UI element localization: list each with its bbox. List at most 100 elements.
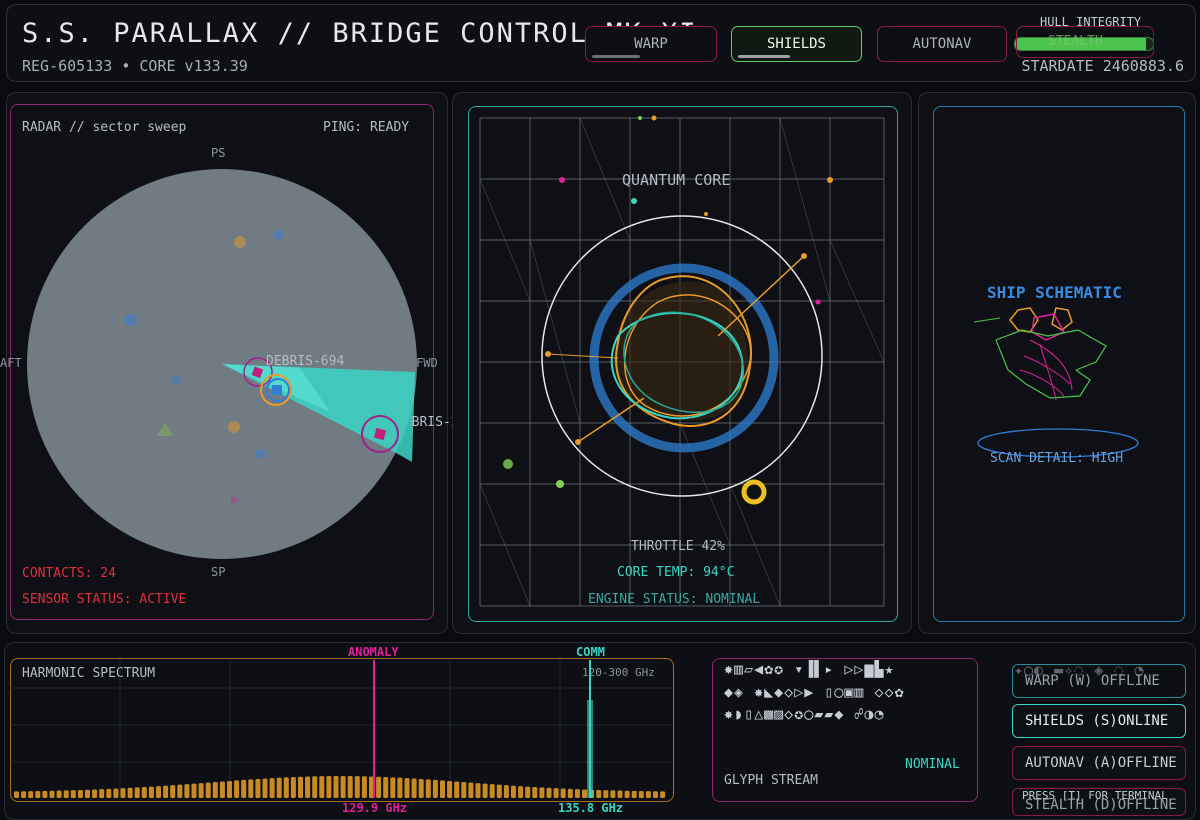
shields-toggle-button[interactable]: SHIELDS (S)ONLINE bbox=[1012, 704, 1186, 738]
spectrum-bar bbox=[49, 790, 55, 798]
spectrum-bar bbox=[425, 779, 431, 798]
spectrum-bar bbox=[333, 776, 339, 798]
radar-blip bbox=[273, 230, 283, 240]
spectrum-bar bbox=[390, 777, 396, 798]
core-beacon[interactable] bbox=[741, 479, 767, 505]
bearing-fwd: FWD bbox=[416, 356, 438, 370]
registry-subtitle: REG-605133 • CORE v133.39 bbox=[22, 57, 248, 75]
spectrum-bar bbox=[354, 776, 360, 798]
wireframe-part bbox=[1051, 307, 1073, 331]
spectrum-bar bbox=[198, 783, 204, 798]
spectrum-bar bbox=[432, 779, 438, 798]
spectrum-bar bbox=[42, 790, 48, 798]
spectrum-bars bbox=[14, 776, 666, 798]
shields-toggle-label: SHIELDS (S)ONLINE bbox=[1025, 713, 1169, 729]
spectrum-bar bbox=[482, 783, 488, 798]
spectrum-bar bbox=[156, 786, 161, 798]
spectrum-bar bbox=[113, 788, 119, 798]
spectrum-bar bbox=[361, 776, 367, 798]
terminal-hint: PRESS [T] FOR TERMINAL bbox=[1022, 789, 1168, 802]
spectrum-bar bbox=[546, 787, 552, 798]
spectrum-bar bbox=[596, 789, 602, 798]
warp-toggle-button[interactable]: WARP (W) OFFLINE bbox=[1012, 664, 1186, 698]
core-node bbox=[631, 198, 637, 204]
spectrum-bar bbox=[461, 782, 467, 798]
core-node bbox=[559, 177, 565, 183]
glyph-stream-title: GLYPH STREAM bbox=[724, 773, 818, 788]
bearing-sp: SP bbox=[211, 565, 226, 579]
spectrum-bar bbox=[298, 776, 303, 798]
autonav-mode-button[interactable]: AUTONAV bbox=[877, 26, 1007, 62]
core-node bbox=[651, 115, 657, 121]
spectrum-bar bbox=[184, 784, 190, 798]
radar-blip bbox=[234, 236, 246, 248]
bearing-aft: AFT bbox=[0, 356, 22, 370]
spectrum-bar bbox=[468, 782, 474, 798]
spectrum-bar bbox=[411, 778, 417, 798]
spectrum-bar bbox=[539, 787, 545, 798]
core-node bbox=[638, 116, 642, 120]
autonav-mode-label: AUTONAV bbox=[912, 36, 972, 52]
glyph-stream-status: NOMINAL bbox=[905, 757, 960, 772]
throttle-readout: THROTTLE 42% bbox=[631, 539, 725, 554]
spectrum-bar bbox=[397, 777, 403, 798]
spectrum-bar bbox=[447, 780, 453, 798]
core-title: QUANTUM CORE bbox=[622, 171, 731, 189]
spectrum-bar bbox=[148, 786, 154, 798]
core-node bbox=[503, 459, 513, 469]
spectrum-bar bbox=[376, 776, 382, 798]
spectrum-bar bbox=[276, 777, 282, 798]
spectrum-bar bbox=[106, 788, 112, 798]
spectrum-bar bbox=[177, 784, 183, 798]
warp-toggle-label: WARP (W) OFFLINE bbox=[1025, 673, 1160, 689]
core-temp-readout: CORE TEMP: 94°C bbox=[617, 565, 735, 580]
autonav-toggle-button[interactable]: AUTONAV (A)OFFLINE bbox=[1012, 746, 1186, 780]
spectrum-bar bbox=[489, 784, 495, 798]
ship-schematic-wireframe[interactable] bbox=[960, 300, 1130, 410]
sensor-status: SENSOR STATUS: ACTIVE bbox=[22, 592, 187, 607]
spectrum-bar bbox=[255, 778, 261, 798]
spectrum-bar bbox=[319, 776, 325, 798]
glyph-row: ◆◈ ✸◣◆◇▷▶ ▯◯▣▥ ◇◇✿ bbox=[724, 683, 905, 701]
spectrum-chart[interactable] bbox=[10, 650, 672, 820]
shields-mode-button[interactable]: SHIELDS bbox=[731, 26, 862, 62]
spectrum-bar bbox=[141, 787, 147, 798]
spectrum-bar bbox=[404, 778, 410, 798]
spectrum-bar bbox=[85, 789, 90, 798]
warp-mode-button[interactable]: WARP bbox=[585, 26, 717, 62]
spectrum-bar bbox=[120, 788, 126, 798]
spectrum-bar bbox=[532, 787, 538, 798]
stealth-mode-ghost-label[interactable]: STEALTH bbox=[1048, 34, 1103, 49]
spectrum-bar bbox=[567, 788, 573, 798]
core-node bbox=[545, 351, 551, 357]
spectrum-bar bbox=[63, 790, 69, 798]
spectrum-bar bbox=[219, 781, 225, 798]
spectrum-bar bbox=[241, 779, 247, 798]
contact-marker[interactable] bbox=[272, 385, 282, 395]
spectrum-bar bbox=[440, 780, 445, 798]
spectrum-bar bbox=[624, 790, 630, 798]
core-spoke bbox=[717, 255, 805, 337]
spectrum-bar bbox=[511, 785, 516, 798]
spectrum-bar bbox=[603, 790, 609, 798]
radar-scope[interactable] bbox=[0, 92, 450, 632]
contact-label-debris-694: DEBRIS-694 bbox=[266, 354, 345, 369]
spectrum-bar bbox=[290, 777, 296, 798]
wireframe-part bbox=[995, 339, 1091, 399]
spectrum-bar bbox=[582, 789, 587, 798]
spectrum-bar bbox=[340, 776, 346, 798]
glyph-row: ✸◗▯△▩▨◇✪◯▰▰◆ ☍◑◔ bbox=[724, 705, 885, 723]
spectrum-bar bbox=[638, 791, 644, 798]
spectrum-bar bbox=[610, 790, 616, 798]
spectrum-bar bbox=[14, 791, 19, 798]
spectrum-bar bbox=[653, 791, 658, 798]
shields-mode-label: SHIELDS bbox=[766, 36, 826, 52]
shields-level-bar bbox=[738, 55, 790, 58]
spectrum-bar bbox=[553, 788, 559, 798]
core-node bbox=[815, 299, 821, 305]
spectrum-bar bbox=[617, 790, 623, 798]
spectrum-bar bbox=[212, 782, 218, 798]
spectrum-bar bbox=[312, 776, 318, 798]
contacts-count: CONTACTS: 24 bbox=[22, 566, 116, 581]
spectrum-bar bbox=[525, 786, 531, 798]
